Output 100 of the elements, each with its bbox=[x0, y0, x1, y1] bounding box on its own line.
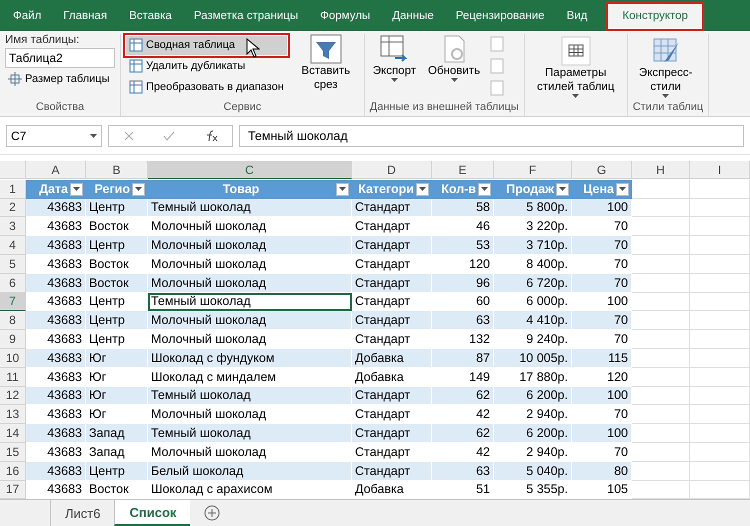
column-header[interactable]: B bbox=[86, 161, 148, 179]
column-header[interactable]: A bbox=[26, 161, 86, 179]
ribbon-command[interactable]: Сводная таблица bbox=[126, 36, 287, 55]
table-cell: 6 200р. bbox=[494, 386, 572, 406]
row-header[interactable]: 16 bbox=[0, 462, 26, 481]
row-header[interactable]: 13 bbox=[0, 405, 26, 424]
ribbon-tab[interactable]: Формулы bbox=[309, 2, 382, 31]
table-cell: 4 410р. bbox=[494, 311, 572, 330]
refresh-button[interactable]: Обновить bbox=[425, 34, 484, 102]
style-options-button[interactable]: Параметры стилей таблиц bbox=[530, 34, 622, 116]
filter-dropdown-icon[interactable] bbox=[416, 182, 429, 196]
ribbon-tab[interactable]: Разметка страницы bbox=[182, 2, 310, 31]
filter-dropdown-icon[interactable] bbox=[616, 182, 629, 196]
table-cell: 5 800р. bbox=[494, 198, 572, 218]
row-header[interactable]: 7 bbox=[0, 292, 26, 312]
row-header[interactable]: 11 bbox=[0, 368, 26, 387]
row-header[interactable]: 5 bbox=[0, 254, 26, 274]
table-cell: 115 bbox=[572, 348, 632, 368]
table-cell: Темный шоколад bbox=[148, 424, 352, 443]
check-icon bbox=[162, 130, 174, 141]
column-header[interactable]: D bbox=[352, 161, 432, 179]
row-header[interactable]: 1 bbox=[0, 180, 26, 199]
row-header[interactable]: 3 bbox=[0, 217, 26, 236]
empty-cell bbox=[690, 462, 750, 481]
row-header[interactable]: 17 bbox=[0, 480, 26, 500]
table-cell: 100 bbox=[572, 424, 632, 443]
quick-styles-button[interactable]: Экспресс-стили bbox=[632, 34, 699, 102]
column-header[interactable]: I bbox=[690, 161, 750, 179]
row-header[interactable]: 8 bbox=[0, 311, 26, 330]
document-icon bbox=[489, 80, 506, 96]
row-header[interactable]: 15 bbox=[0, 442, 26, 462]
empty-cell bbox=[690, 274, 750, 293]
empty-cell bbox=[690, 180, 750, 199]
document-icon bbox=[489, 58, 506, 74]
table-cell: 63 bbox=[432, 311, 494, 330]
filter-dropdown-icon[interactable] bbox=[70, 182, 83, 196]
ribbon-tab[interactable]: Конструктор bbox=[606, 2, 704, 31]
filter-dropdown-icon[interactable] bbox=[336, 182, 349, 196]
ribbon-command[interactable]: Удалить дубликаты bbox=[126, 56, 287, 76]
formula-field[interactable]: Темный шоколад bbox=[239, 124, 744, 147]
ribbon-tab[interactable]: Вставка bbox=[118, 2, 183, 31]
row-header[interactable]: 9 bbox=[0, 330, 26, 349]
insert-slicer-button[interactable]: Вставить срез bbox=[292, 34, 359, 102]
document-icon bbox=[489, 36, 506, 52]
ribbon-tab[interactable]: Файл bbox=[2, 2, 52, 31]
table-cell: Стандарт bbox=[352, 386, 432, 406]
ribbon-tab[interactable]: Вид bbox=[556, 2, 598, 31]
empty-cell bbox=[690, 330, 750, 349]
export-button[interactable]: Экспорт bbox=[370, 34, 419, 102]
table-name-field[interactable]: Таблица2 bbox=[5, 48, 115, 68]
table-cell: Центр bbox=[86, 198, 148, 218]
ribbon-tab[interactable]: Главная bbox=[52, 2, 118, 31]
column-header[interactable]: H bbox=[632, 161, 690, 179]
table-cell: 70 bbox=[572, 274, 632, 293]
table-cell: Стандарт bbox=[352, 236, 432, 255]
table-cell: Центр bbox=[86, 236, 148, 255]
filter-dropdown-icon[interactable] bbox=[132, 182, 145, 196]
caret-icon bbox=[662, 94, 670, 98]
add-sheet-icon bbox=[204, 505, 220, 522]
table-cell: 3 710р. bbox=[494, 236, 572, 255]
table-cell: 70 bbox=[572, 311, 632, 330]
table-header-cell: Товар bbox=[148, 180, 352, 199]
column-header[interactable]: C bbox=[148, 161, 352, 179]
name-box[interactable]: C7 bbox=[6, 124, 102, 147]
ribbon-command[interactable]: Преобразовать в диапазон bbox=[126, 78, 287, 97]
table-cell: Центр bbox=[86, 462, 148, 481]
table-cell: 63 bbox=[432, 462, 494, 481]
sheet-tab[interactable]: Список bbox=[114, 500, 190, 526]
column-header[interactable]: E bbox=[432, 161, 494, 179]
filter-dropdown-icon[interactable] bbox=[478, 182, 491, 196]
table-cell: Молочный шоколад bbox=[148, 311, 352, 330]
empty-cell bbox=[690, 368, 750, 387]
column-header[interactable]: F bbox=[494, 161, 572, 179]
row-header[interactable]: 14 bbox=[0, 424, 26, 443]
ribbon-tab[interactable]: Рецензирование bbox=[444, 2, 556, 31]
empty-cell bbox=[690, 254, 750, 274]
empty-cell bbox=[690, 348, 750, 368]
group-label: Данные из внешней таблицы bbox=[370, 101, 519, 116]
column-header[interactable]: G bbox=[572, 161, 632, 179]
table-icon bbox=[129, 38, 143, 52]
resize-icon bbox=[8, 72, 22, 86]
close-icon bbox=[124, 130, 134, 141]
table-cell: 100 bbox=[572, 386, 632, 406]
ribbon-tab[interactable]: Данные bbox=[381, 2, 445, 31]
filter-dropdown-icon[interactable] bbox=[556, 182, 569, 196]
table-cell: 43683 bbox=[26, 462, 86, 481]
table-cell: 6 200р. bbox=[494, 424, 572, 443]
table-cell: 62 bbox=[432, 424, 494, 443]
table-cell: 43683 bbox=[26, 348, 86, 368]
table-cell: 43683 bbox=[26, 311, 86, 330]
row-header[interactable]: 10 bbox=[0, 348, 26, 368]
row-header[interactable]: 6 bbox=[0, 274, 26, 293]
table-cell: 10 005р. bbox=[494, 348, 572, 368]
row-header[interactable]: 4 bbox=[0, 236, 26, 255]
empty-cell bbox=[690, 442, 750, 462]
row-header[interactable]: 2 bbox=[0, 198, 26, 218]
table-cell: Стандарт bbox=[352, 424, 432, 443]
row-header[interactable]: 12 bbox=[0, 386, 26, 406]
resize-table-button[interactable]: Размер таблицы bbox=[5, 70, 115, 89]
table-cell: 5 040р. bbox=[494, 462, 572, 481]
